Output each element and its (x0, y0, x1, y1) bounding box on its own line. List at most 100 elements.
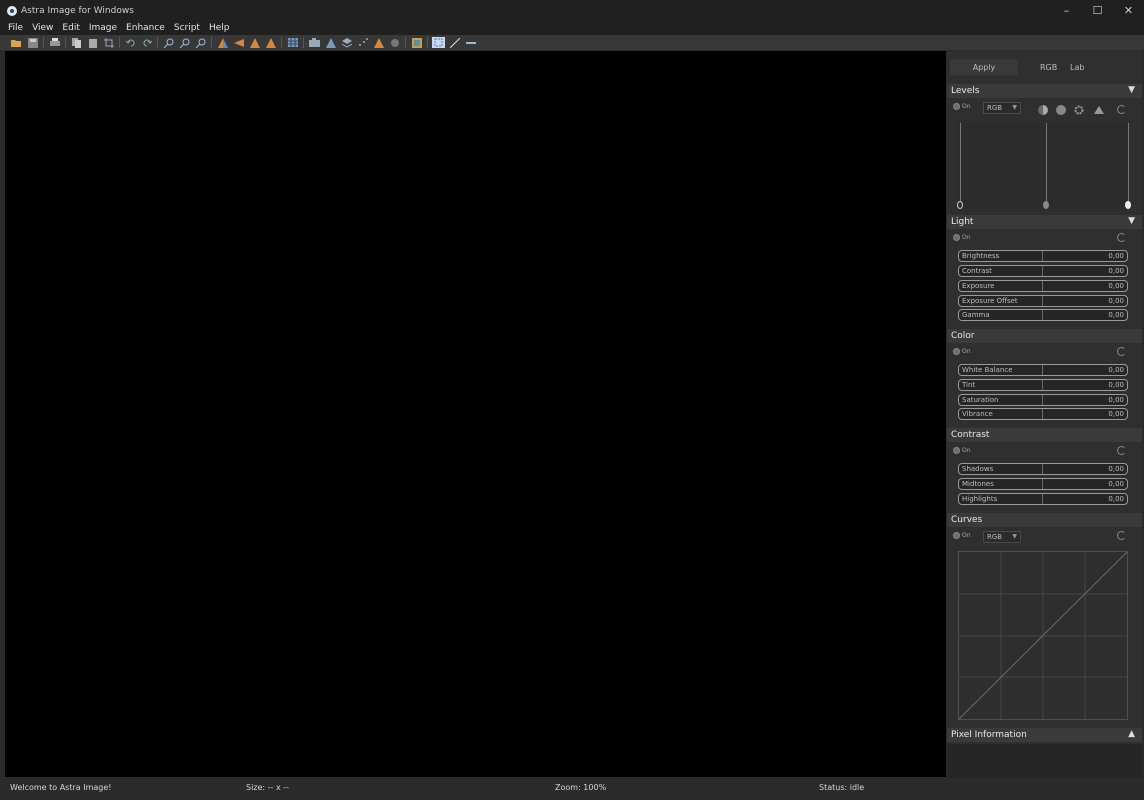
pixel-info-header[interactable]: Pixel Information ▲ (947, 728, 1142, 742)
highlights-slider[interactable]: Highlights 0,00 (958, 493, 1128, 505)
shadows-slider[interactable]: Shadows 0,00 (958, 463, 1128, 475)
triangle-icon[interactable] (1094, 105, 1104, 115)
copy-icon[interactable] (70, 37, 83, 48)
tab-lab[interactable]: Lab (1070, 63, 1084, 72)
reset-icon[interactable] (1117, 446, 1126, 455)
reset-icon[interactable] (1117, 105, 1126, 114)
select-value: RGB (987, 533, 1003, 541)
circle-icon[interactable] (1056, 105, 1066, 115)
levels-on-toggle[interactable]: On (953, 103, 971, 110)
light-header[interactable]: Light ▼ (947, 215, 1142, 229)
minus-icon[interactable] (464, 37, 477, 48)
black-point-handle[interactable] (957, 201, 963, 209)
crop-icon[interactable] (102, 37, 115, 48)
levels-histogram[interactable] (957, 123, 1131, 209)
radio-icon (953, 532, 960, 539)
zoom-in-icon[interactable] (162, 37, 175, 48)
plugin-icon[interactable] (410, 37, 423, 48)
rotate-right-icon[interactable] (248, 37, 261, 48)
print-icon[interactable] (48, 37, 61, 48)
menu-image[interactable]: Image (89, 23, 117, 33)
slider-value: 0,00 (1108, 480, 1124, 488)
layers-icon[interactable] (340, 37, 353, 48)
white-point-handle[interactable] (1125, 201, 1131, 209)
gear-icon[interactable] (1074, 105, 1084, 115)
saturation-slider[interactable]: Saturation 0,00 (958, 394, 1128, 406)
select-value: RGB (987, 104, 1003, 112)
gamma-slider[interactable]: Gamma 0,00 (958, 309, 1128, 321)
slider-value: 0,00 (1108, 366, 1124, 374)
status-zoom: Zoom: 100% (555, 783, 607, 792)
save-icon[interactable] (26, 37, 39, 48)
camera-icon[interactable] (308, 37, 321, 48)
white-balance-slider[interactable]: White Balance 0,00 (958, 364, 1128, 376)
toolbar-separator (405, 37, 406, 48)
undo-icon[interactable] (124, 37, 137, 48)
menu-view[interactable]: View (32, 23, 53, 33)
reset-icon[interactable] (1117, 233, 1126, 242)
minimize-button[interactable]: – (1051, 0, 1082, 21)
blur-icon[interactable] (388, 37, 401, 48)
reset-icon[interactable] (1117, 347, 1126, 356)
flip-horizontal-icon[interactable] (216, 37, 229, 48)
select-icon[interactable] (432, 37, 445, 48)
radio-icon (953, 103, 960, 110)
zoom-fit-icon[interactable] (194, 37, 207, 48)
curves-channel-select[interactable]: RGB ▼ (983, 531, 1021, 543)
radio-icon (953, 234, 960, 241)
exposure-offset-slider[interactable]: Exposure Offset 0,00 (958, 295, 1128, 307)
grid-icon[interactable] (286, 37, 299, 48)
close-button[interactable]: ✕ (1113, 0, 1144, 21)
white-point-line (1128, 123, 1129, 203)
reset-icon[interactable] (1117, 531, 1126, 540)
exposure-slider[interactable]: Exposure 0,00 (958, 280, 1128, 292)
menu-edit[interactable]: Edit (62, 23, 79, 33)
curves-graph[interactable] (958, 551, 1128, 720)
curves-header[interactable]: Curves (947, 513, 1142, 527)
window-controls: – ☐ ✕ (1051, 0, 1144, 21)
midtones-slider[interactable]: Midtones 0,00 (958, 478, 1128, 490)
warning-icon[interactable] (372, 37, 385, 48)
light-on-toggle[interactable]: On (953, 234, 971, 241)
midpoint-handle[interactable] (1043, 201, 1049, 209)
collapse-arrow-icon[interactable]: ▼ (1128, 85, 1135, 95)
apply-button[interactable]: Apply (950, 59, 1018, 76)
rotate-left-icon[interactable] (232, 37, 245, 48)
maximize-button[interactable]: ☐ (1082, 0, 1113, 21)
noise-icon[interactable] (356, 37, 369, 48)
brightness-slider[interactable]: Brightness 0,00 (958, 250, 1128, 262)
color-title: Color (951, 331, 975, 341)
expand-arrow-icon[interactable]: ▲ (1128, 729, 1135, 739)
contrast-slider[interactable]: Contrast 0,00 (958, 265, 1128, 277)
line-icon[interactable] (448, 37, 461, 48)
adjustment-panel: Apply RGB Lab Levels ▼ On RGB ▼ Light ▼ … (947, 51, 1142, 778)
redo-icon[interactable] (140, 37, 153, 48)
levels-title: Levels (951, 86, 980, 96)
vibrance-slider[interactable]: Vibrance 0,00 (958, 408, 1128, 420)
contrast-on-toggle[interactable]: On (953, 447, 971, 454)
paste-icon[interactable] (86, 37, 99, 48)
collapse-arrow-icon[interactable]: ▼ (1128, 216, 1135, 226)
menu-file[interactable]: File (8, 23, 23, 33)
window-title: Astra Image for Windows (21, 5, 134, 16)
toolbar-separator (43, 37, 44, 48)
flip-vertical-icon[interactable] (264, 37, 277, 48)
sharpen-icon[interactable] (324, 37, 337, 48)
menu-help[interactable]: Help (209, 23, 230, 33)
tab-rgb[interactable]: RGB (1040, 63, 1057, 72)
levels-channel-select[interactable]: RGB ▼ (983, 102, 1021, 114)
color-on-toggle[interactable]: On (953, 348, 971, 355)
levels-header[interactable]: Levels ▼ (947, 84, 1142, 98)
menu-script[interactable]: Script (174, 23, 200, 33)
zoom-out-icon[interactable] (178, 37, 191, 48)
contrast-header[interactable]: Contrast (947, 428, 1142, 442)
image-canvas[interactable] (5, 51, 946, 777)
toolbar-separator (427, 37, 428, 48)
curves-on-toggle[interactable]: On (953, 532, 971, 539)
color-header[interactable]: Color (947, 329, 1142, 343)
open-icon[interactable] (10, 37, 23, 48)
half-circle-icon[interactable] (1038, 105, 1048, 115)
menu-enhance[interactable]: Enhance (126, 23, 165, 33)
tint-slider[interactable]: Tint 0,00 (958, 379, 1128, 391)
curves-title: Curves (951, 515, 983, 525)
